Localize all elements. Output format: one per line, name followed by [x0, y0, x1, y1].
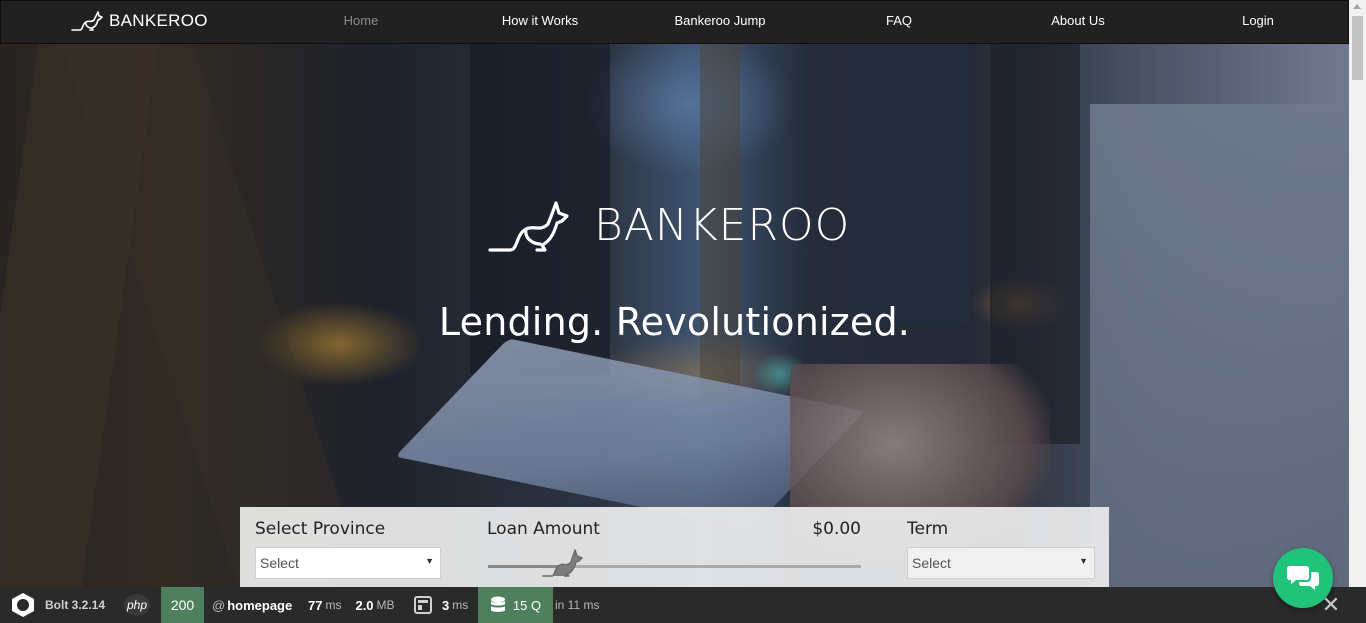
debug-toolbar: Bolt 3.2.14 php 200 @ homepage 77 ms 2.0…	[0, 587, 1366, 623]
memory-value: 2.0	[355, 597, 374, 613]
loan-amount-value: $0.00	[812, 519, 861, 539]
loan-form-panel: Select Province Select ▼ Loan Amount $0.…	[240, 507, 1109, 587]
nav-bankeroo-jump[interactable]: Bankeroo Jump	[650, 13, 790, 28]
kangaroo-logo-icon	[488, 201, 569, 252]
province-select[interactable]: Select ▼	[255, 547, 441, 579]
request-time[interactable]: 77 ms 2.0 MB	[308, 587, 395, 623]
term-select-value: Select	[912, 555, 951, 571]
memory-unit: MB	[376, 598, 395, 612]
province-select-value: Select	[260, 555, 299, 571]
chat-icon	[1287, 566, 1319, 590]
hero-logo-text: BANKEROO	[594, 200, 851, 251]
request-time-unit: ms	[325, 598, 342, 612]
hero-tagline: Lending. Revolutionized.	[438, 300, 911, 344]
scroll-up-arrow-icon[interactable]	[1353, 4, 1361, 9]
database-icon	[490, 596, 505, 612]
php-icon: php	[124, 594, 151, 616]
route-info[interactable]: @ homepage	[212, 587, 292, 623]
render-time-unit: ms	[452, 598, 469, 612]
bolt-logo-icon	[12, 593, 34, 617]
kangaroo-handle-icon	[542, 549, 583, 577]
loan-amount-label: Loan Amount	[487, 519, 600, 539]
brand-logo[interactable]: BANKEROO	[71, 10, 208, 32]
status-code[interactable]: 200	[161, 587, 204, 623]
term-label: Term	[907, 519, 949, 539]
bolt-version[interactable]: Bolt 3.2.14	[10, 587, 105, 623]
bolt-version-text: Bolt 3.2.14	[45, 598, 106, 612]
page-scrollbar[interactable]	[1349, 0, 1366, 587]
render-time-value: 3	[442, 597, 450, 613]
close-icon[interactable]: ✕	[1318, 593, 1344, 619]
nav-how-it-works[interactable]: How it Works	[470, 13, 610, 28]
template-render[interactable]: 3 ms	[414, 587, 468, 623]
kangaroo-logo-icon	[71, 11, 103, 31]
query-time: in 11 ms	[555, 598, 600, 612]
term-select[interactable]: Select ▼	[907, 547, 1095, 579]
template-icon	[414, 596, 432, 614]
chevron-down-icon: ▼	[425, 556, 434, 566]
brand-name: BANKEROO	[109, 11, 208, 30]
database-queries[interactable]: 15 Q	[478, 587, 553, 623]
request-time-value: 77	[308, 597, 323, 613]
scroll-thumb[interactable]	[1352, 16, 1363, 80]
kangaroo-slider-handle[interactable]	[540, 545, 586, 579]
chevron-down-icon: ▼	[1079, 556, 1088, 566]
nav-faq[interactable]: FAQ	[829, 13, 969, 28]
nav-home[interactable]: Home	[291, 13, 431, 28]
php-info[interactable]: php	[124, 587, 151, 623]
route-name: homepage	[227, 597, 293, 613]
province-label: Select Province	[255, 519, 386, 539]
top-navbar: BANKEROO Home How it Works Bankeroo Jump…	[0, 0, 1349, 44]
route-prefix: @	[212, 597, 226, 613]
query-count: 15 Q	[512, 597, 542, 613]
hero-logo: BANKEROO	[488, 198, 850, 254]
nav-about-us[interactable]: About Us	[1008, 13, 1148, 28]
nav-login[interactable]: Login	[1188, 13, 1328, 28]
